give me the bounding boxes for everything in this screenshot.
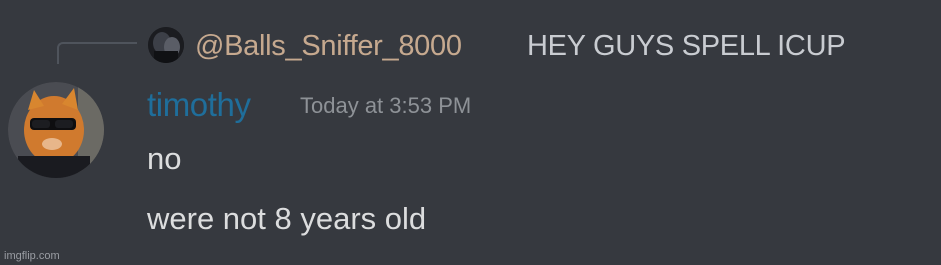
reply-connector <box>57 42 137 64</box>
message-line: were not 8 years old <box>147 201 427 236</box>
reply-preview-text[interactable]: HEY GUYS SPELL ICUP <box>527 29 846 63</box>
reply-author-avatar[interactable] <box>148 27 184 63</box>
reply-avatar-image <box>148 27 184 63</box>
message-username[interactable]: timothy <box>147 86 251 124</box>
message-line: no <box>147 141 182 176</box>
user-avatar[interactable] <box>8 82 104 178</box>
watermark: imgflip.com <box>4 250 60 262</box>
avatar-image <box>8 82 104 178</box>
chat-message-view: @Balls_Sniffer_8000 HEY GUYS SPELL ICUP … <box>0 0 941 265</box>
reply-author-name[interactable]: @Balls_Sniffer_8000 <box>195 29 462 63</box>
message-timestamp: Today at 3:53 PM <box>300 93 472 118</box>
